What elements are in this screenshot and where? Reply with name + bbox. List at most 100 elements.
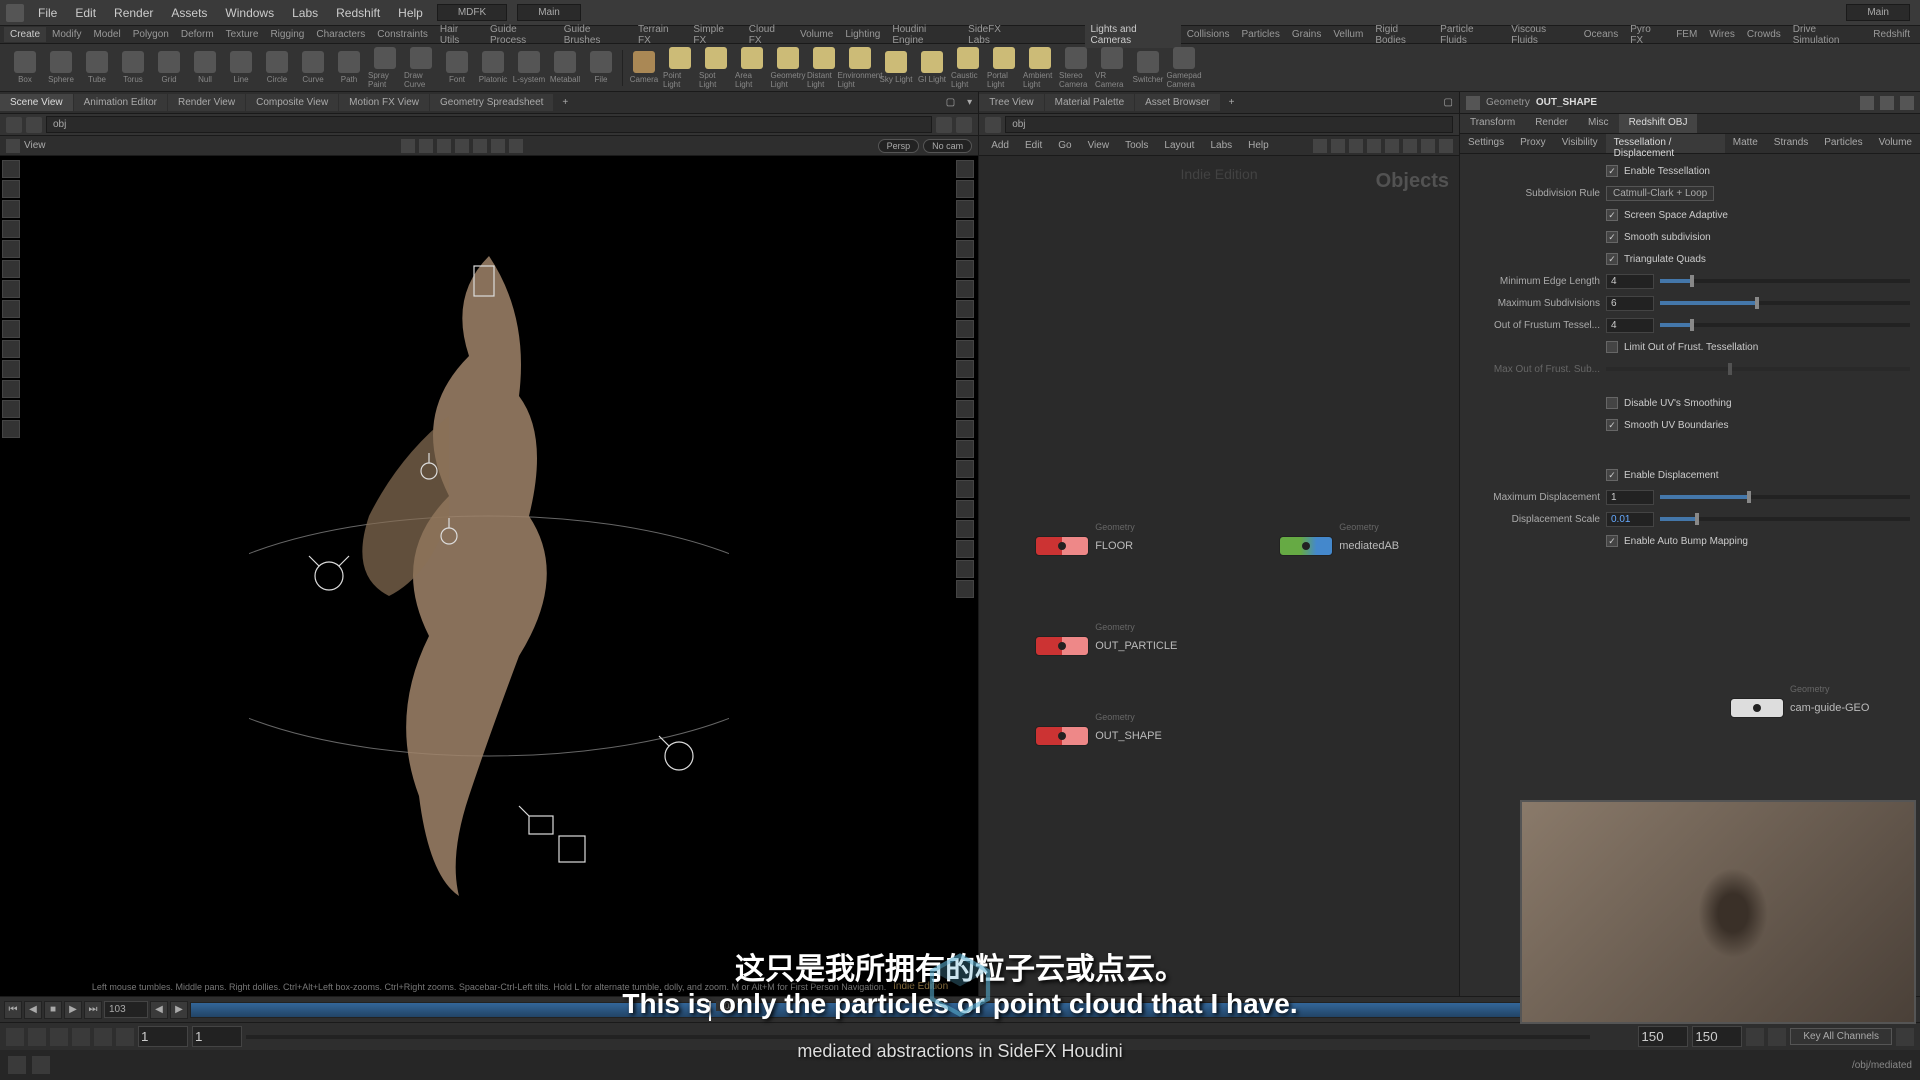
menu-windows[interactable]: Windows <box>217 2 282 24</box>
tab-material-palette[interactable]: Material Palette <box>1045 94 1134 111</box>
viewport-3d[interactable]: Left mouse tumbles. Middle pans. Right d… <box>0 156 978 996</box>
play-last-button[interactable]: ⏭ <box>84 1001 102 1019</box>
desktop-selector-2[interactable]: Main <box>517 4 581 21</box>
net-menu-layout[interactable]: Layout <box>1158 138 1200 153</box>
nocam-pill[interactable]: No cam <box>923 139 972 153</box>
shelf-tab[interactable]: Viscous Fluids <box>1505 22 1578 48</box>
shelf-tool[interactable]: Stereo Camera <box>1059 47 1093 89</box>
shelf-tool[interactable]: Circle <box>260 47 294 89</box>
display-option-icon[interactable] <box>956 160 974 178</box>
ssa-checkbox[interactable] <box>1606 209 1618 221</box>
shelf-tab[interactable]: Create <box>4 27 46 42</box>
node-floor[interactable]: Geometry FLOOR <box>1035 536 1133 556</box>
menu-labs[interactable]: Labs <box>284 2 326 24</box>
play-prev-button[interactable]: ◀ <box>24 1001 42 1019</box>
max-subdiv-slider[interactable] <box>1660 301 1910 305</box>
enable-tessellation-checkbox[interactable] <box>1606 165 1618 177</box>
frame-next-button[interactable]: ▶ <box>170 1001 188 1019</box>
subdiv-rule-select[interactable]: Catmull-Clark + Loop <box>1606 186 1714 201</box>
node-out-particle[interactable]: Geometry OUT_PARTICLE <box>1035 636 1177 656</box>
shelf-tool[interactable]: Ambient Light <box>1023 47 1057 89</box>
shelf-tool[interactable]: GI Light <box>915 47 949 89</box>
tab-composite-view[interactable]: Composite View <box>246 94 338 111</box>
shelf-tool[interactable]: Sky Light <box>879 47 913 89</box>
tab-anim-editor[interactable]: Animation Editor <box>74 94 167 111</box>
display-option-icon[interactable] <box>956 360 974 378</box>
cook-icon[interactable] <box>32 1056 50 1074</box>
tab-scene-view[interactable]: Scene View <box>0 94 73 111</box>
tab-motionfx-view[interactable]: Motion FX View <box>339 94 429 111</box>
param-node-name[interactable]: OUT_SHAPE <box>1536 97 1597 108</box>
shelf-tool[interactable]: Spray Paint <box>368 47 402 89</box>
tab-add-button[interactable]: + <box>554 94 576 111</box>
shelf-tab[interactable]: Houdini Engine <box>886 22 962 48</box>
display-option-icon[interactable] <box>956 200 974 218</box>
tab-tree-view[interactable]: Tree View <box>979 94 1043 111</box>
shelf-tool[interactable]: Geometry Light <box>771 47 805 89</box>
shelf-tab[interactable]: Grains <box>1286 27 1327 42</box>
net-tool-icon[interactable] <box>1439 139 1453 153</box>
display-option-icon[interactable] <box>956 520 974 538</box>
subtab-settings[interactable]: Settings <box>1460 134 1512 153</box>
shelf-tab[interactable]: Terrain FX <box>632 22 687 48</box>
display-option-icon[interactable] <box>956 480 974 498</box>
shelf-tool[interactable]: Camera <box>627 47 661 89</box>
shelf-tab[interactable]: Pyro FX <box>1624 22 1670 48</box>
limit-frustum-checkbox[interactable] <box>1606 341 1618 353</box>
shelf-tool[interactable]: Sphere <box>44 47 78 89</box>
rotate-tool-icon[interactable] <box>2 200 20 218</box>
net-menu-edit[interactable]: Edit <box>1019 138 1048 153</box>
net-tool-icon[interactable] <box>1421 139 1435 153</box>
tab-misc[interactable]: Misc <box>1578 114 1619 133</box>
range-total-field[interactable] <box>1692 1026 1742 1047</box>
display-icon[interactable] <box>473 139 487 153</box>
shelf-tool[interactable]: Line <box>224 47 258 89</box>
display-option-icon[interactable] <box>956 380 974 398</box>
shelf-tab[interactable]: Crowds <box>1741 27 1787 42</box>
net-tool-icon[interactable] <box>1385 139 1399 153</box>
shelf-tool[interactable]: Distant Light <box>807 47 841 89</box>
desktop-selector-right[interactable]: Main <box>1846 4 1910 21</box>
render-icon[interactable] <box>509 139 523 153</box>
tab-add-button[interactable]: + <box>1221 94 1243 111</box>
shelf-tool[interactable]: Font <box>440 47 474 89</box>
net-menu-help[interactable]: Help <box>1242 138 1275 153</box>
triangulate-checkbox[interactable] <box>1606 253 1618 265</box>
shelf-tool[interactable]: File <box>584 47 618 89</box>
autokey-icon[interactable] <box>6 1028 24 1046</box>
nav-back-button[interactable] <box>6 117 22 133</box>
smooth-uv-checkbox[interactable] <box>1606 419 1618 431</box>
shelf-tool[interactable]: L-system <box>512 47 546 89</box>
shelf-tool[interactable]: Path <box>332 47 366 89</box>
menu-edit[interactable]: Edit <box>67 2 104 24</box>
nav-home-button[interactable] <box>26 117 42 133</box>
key-all-button[interactable]: Key All Channels <box>1790 1028 1892 1045</box>
net-tool-icon[interactable] <box>1313 139 1327 153</box>
shelf-tab[interactable]: Rigging <box>264 27 310 42</box>
display-icon[interactable] <box>455 139 469 153</box>
shelf-tab[interactable]: Guide Process <box>484 22 558 48</box>
tab-render[interactable]: Render <box>1525 114 1578 133</box>
shelf-tab[interactable]: Collisions <box>1181 27 1236 42</box>
tab-render-view[interactable]: Render View <box>168 94 245 111</box>
display-option-icon[interactable] <box>956 440 974 458</box>
shelf-tool[interactable]: Torus <box>116 47 150 89</box>
snap-icon[interactable] <box>437 139 451 153</box>
desktop-selector-1[interactable]: MDFK <box>437 4 507 21</box>
shelf-tool[interactable]: Area Light <box>735 47 769 89</box>
tool-icon[interactable] <box>2 420 20 438</box>
node-out-shape[interactable]: Geometry OUT_SHAPE <box>1035 726 1162 746</box>
shelf-tab[interactable]: Modify <box>46 27 87 42</box>
shelf-tool[interactable]: Grid <box>152 47 186 89</box>
shelf-tab[interactable]: Model <box>87 27 126 42</box>
range-start-field[interactable] <box>192 1026 242 1047</box>
play-first-button[interactable]: ⏮ <box>4 1001 22 1019</box>
display-option-icon[interactable] <box>956 240 974 258</box>
shelf-tab[interactable]: Simple FX <box>687 22 742 48</box>
range-end-field-2[interactable] <box>1638 1026 1688 1047</box>
tab-redshift-obj[interactable]: Redshift OBJ <box>1619 114 1698 133</box>
display-option-icon[interactable] <box>956 560 974 578</box>
enable-displacement-checkbox[interactable] <box>1606 469 1618 481</box>
timeline-cursor[interactable] <box>709 1001 711 1021</box>
shelf-tab[interactable]: Drive Simulation <box>1787 22 1868 48</box>
